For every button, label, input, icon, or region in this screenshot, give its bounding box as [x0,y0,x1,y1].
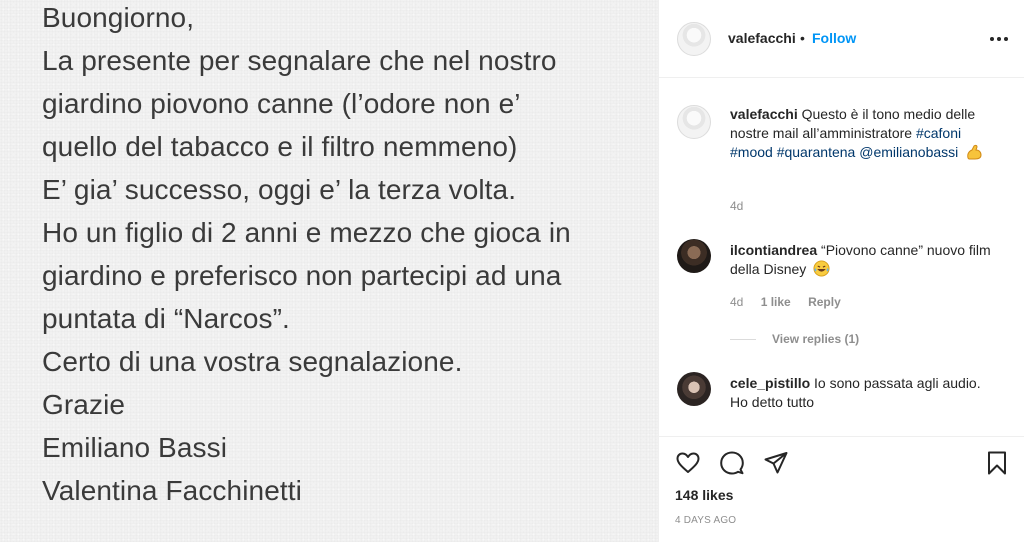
share-icon[interactable] [763,450,789,476]
post-header: valefacchi • Follow [659,0,1024,78]
avatar[interactable] [677,239,711,273]
post-sidebar: valefacchi • Follow valefacchi Questo è … [659,0,1024,542]
heart-icon[interactable] [675,450,701,476]
letter-line: giardino e preferisco non partecipi ad u… [42,260,562,291]
comment-text: cele_pistillo Io sono passata agli audio… [730,374,1000,412]
hashtag[interactable]: #cafoni [916,125,961,141]
caption-username[interactable]: valefacchi [730,106,798,122]
view-replies-button[interactable]: View replies (1) [730,332,859,346]
post-actions: 148 likes 4 DAYS AGO [659,436,1024,542]
mention[interactable]: @emilianobassi [859,144,958,160]
post-image[interactable]: Buongiorno, La presente per segnalare ch… [0,0,658,542]
hashtag[interactable]: #mood [730,144,773,160]
replies-divider [730,339,756,341]
letter-line: Emiliano Bassi [42,432,228,463]
avatar[interactable] [677,105,711,139]
author-username[interactable]: valefacchi [728,30,796,46]
letter-line: Ho un figlio di 2 anni e mezzo che gioca… [42,217,571,248]
caption-text: valefacchi Questo è il tono medio delle … [730,105,1000,162]
comment-meta: 4d 1 like Reply [730,295,841,309]
view-replies-label: View replies (1) [772,332,860,346]
letter-line: giardino piovono canne (l’odore non e’ [42,88,521,119]
letter-line: La presente per segnalare che nel nostro [42,45,557,76]
reply-button[interactable]: Reply [808,295,841,309]
comment-username[interactable]: ilcontiandrea [730,242,817,258]
laughing-tears-icon [813,260,830,277]
letter-line: Valentina Facchinetti [42,475,302,506]
letter-line: Grazie [42,389,126,420]
hashtag[interactable]: #quarantena [777,144,856,160]
avatar[interactable] [677,372,711,406]
post-date[interactable]: 4 DAYS AGO [675,515,736,526]
comment-username[interactable]: cele_pistillo [730,375,810,391]
bookmark-icon[interactable] [984,450,1010,476]
follow-button[interactable]: Follow [812,30,856,46]
more-horizontal-icon[interactable] [989,30,1009,46]
separator-dot: • [800,30,805,46]
letter-line: Certo di una vostra segnalazione. [42,346,463,377]
caption-time[interactable]: 4d [730,199,743,213]
comment-time[interactable]: 4d [730,295,743,309]
letter-line: Buongiorno, [42,2,195,33]
letter-line: puntata di “Narcos”. [42,303,290,334]
letter-line: E’ gia’ successo, oggi e’ la terza volta… [42,174,517,205]
likes-count[interactable]: 148 likes [675,487,733,503]
comment-icon[interactable] [719,450,745,476]
comment-likes[interactable]: 1 like [761,295,791,309]
avatar[interactable] [677,22,711,56]
comments-list[interactable]: valefacchi Questo è il tono medio delle … [659,79,1024,435]
letter-line: quello del tabacco e il filtro nemmeno) [42,131,518,162]
flexed-biceps-icon [967,144,982,160]
comment-text: ilcontiandrea “Piovono canne” nuovo film… [730,241,1000,279]
